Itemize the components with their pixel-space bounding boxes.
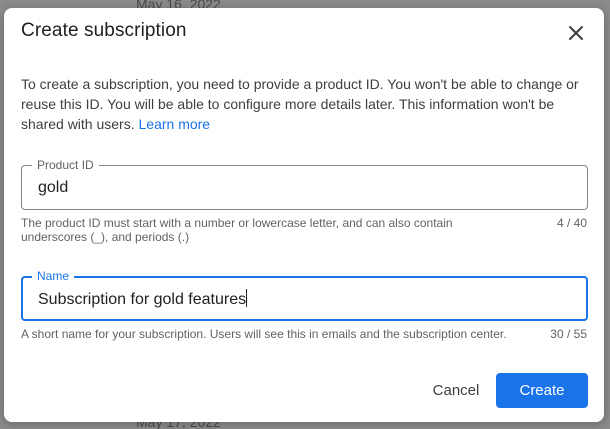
name-input[interactable]: Subscription for gold features <box>38 289 248 310</box>
cancel-button[interactable]: Cancel <box>422 373 490 408</box>
learn-more-link[interactable]: Learn more <box>139 116 211 132</box>
product-id-input[interactable]: gold <box>38 178 68 198</box>
name-hint: A short name for your subscription. User… <box>21 327 507 341</box>
name-field[interactable]: Name Subscription for gold features <box>21 269 588 321</box>
product-id-hint: The product ID must start with a number … <box>21 216 453 244</box>
name-counter: 30 / 55 <box>550 327 587 341</box>
description-text: To create a subscription, you need to pr… <box>21 76 579 132</box>
close-icon <box>569 26 583 40</box>
create-button[interactable]: Create <box>496 373 588 408</box>
close-button[interactable] <box>564 21 588 45</box>
dialog-title: Create subscription <box>21 20 187 41</box>
dialog-description: To create a subscription, you need to pr… <box>21 74 591 134</box>
name-input-text: Subscription for gold features <box>38 291 247 308</box>
product-id-counter: 4 / 40 <box>556 216 587 230</box>
text-cursor <box>246 289 248 307</box>
create-subscription-dialog: Create subscription To create a subscrip… <box>4 8 604 422</box>
product-id-label: Product ID <box>32 158 99 172</box>
name-label: Name <box>32 269 75 283</box>
product-id-field[interactable]: Product ID gold <box>21 158 588 210</box>
